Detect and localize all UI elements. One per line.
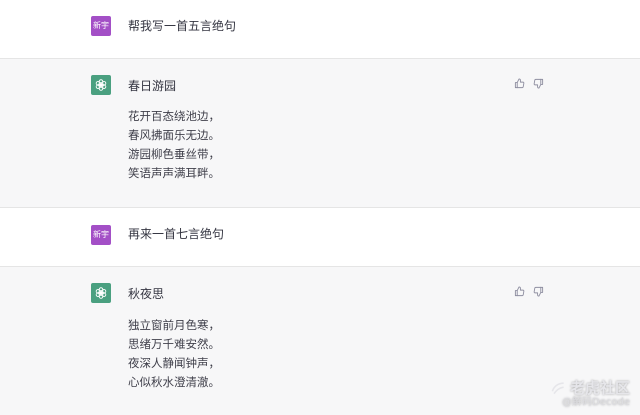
tiger-community-logo-icon: [551, 382, 564, 395]
user-avatar: 新宇: [91, 16, 111, 36]
poem-line: 思绪万千难安然。: [128, 337, 220, 351]
watermark: 老虎社区 @解码Decode: [550, 379, 630, 409]
feedback-buttons: [514, 286, 544, 297]
openai-logo-icon: [91, 75, 111, 95]
poem-title: 春日游园: [128, 79, 177, 93]
user-avatar: 新宇: [91, 225, 111, 245]
chat-thread: 新宇 帮我写一首五言绝句 春日游园 花开百态绕池边， 春风拂面乐无边。 游园柳色…: [0, 0, 640, 415]
watermark-main: 老虎社区: [550, 379, 630, 397]
assistant-message: 秋夜思 独立窗前月色寒， 思绪万千难安然。 夜深人静闻钟声， 心似秋水澄清澈。: [0, 266, 640, 415]
assistant-message: 春日游园 花开百态绕池边， 春风拂面乐无边。 游园柳色垂丝带， 笑语声声满耳畔。: [0, 58, 640, 208]
user-avatar-label: 新宇: [93, 21, 109, 30]
poem-line: 夜深人静闻钟声，: [128, 356, 220, 370]
poem-line: 独立窗前月色寒，: [128, 318, 220, 332]
watermark-main-text: 老虎社区: [569, 379, 630, 397]
watermark-sub-text: @解码Decode: [562, 397, 630, 408]
user-message: 新宇 再来一首七言绝句: [0, 208, 640, 266]
poem-line: 花开百态绕池边，: [128, 109, 220, 123]
thumbs-up-icon[interactable]: [514, 78, 525, 89]
user-message-text: 帮我写一首五言绝句: [128, 19, 237, 33]
feedback-buttons: [514, 78, 544, 89]
thumbs-up-icon[interactable]: [514, 286, 525, 297]
openai-logo-icon: [91, 283, 111, 303]
poem-title: 秋夜思: [128, 287, 165, 301]
poem-line: 游园柳色垂丝带，: [128, 147, 220, 161]
poem-line: 心似秋水澄清澈。: [128, 375, 220, 389]
thumbs-down-icon[interactable]: [533, 78, 544, 89]
user-message: 新宇 帮我写一首五言绝句: [0, 0, 640, 58]
user-message-text: 再来一首七言绝句: [128, 227, 225, 241]
poem-lines: 独立窗前月色寒， 思绪万千难安然。 夜深人静闻钟声， 心似秋水澄清澈。: [128, 316, 220, 392]
thumbs-down-icon[interactable]: [533, 286, 544, 297]
poem-lines: 花开百态绕池边， 春风拂面乐无边。 游园柳色垂丝带， 笑语声声满耳畔。: [128, 107, 220, 183]
poem-line: 春风拂面乐无边。: [128, 128, 220, 142]
poem-line: 笑语声声满耳畔。: [128, 166, 220, 180]
user-avatar-label: 新宇: [93, 230, 109, 239]
